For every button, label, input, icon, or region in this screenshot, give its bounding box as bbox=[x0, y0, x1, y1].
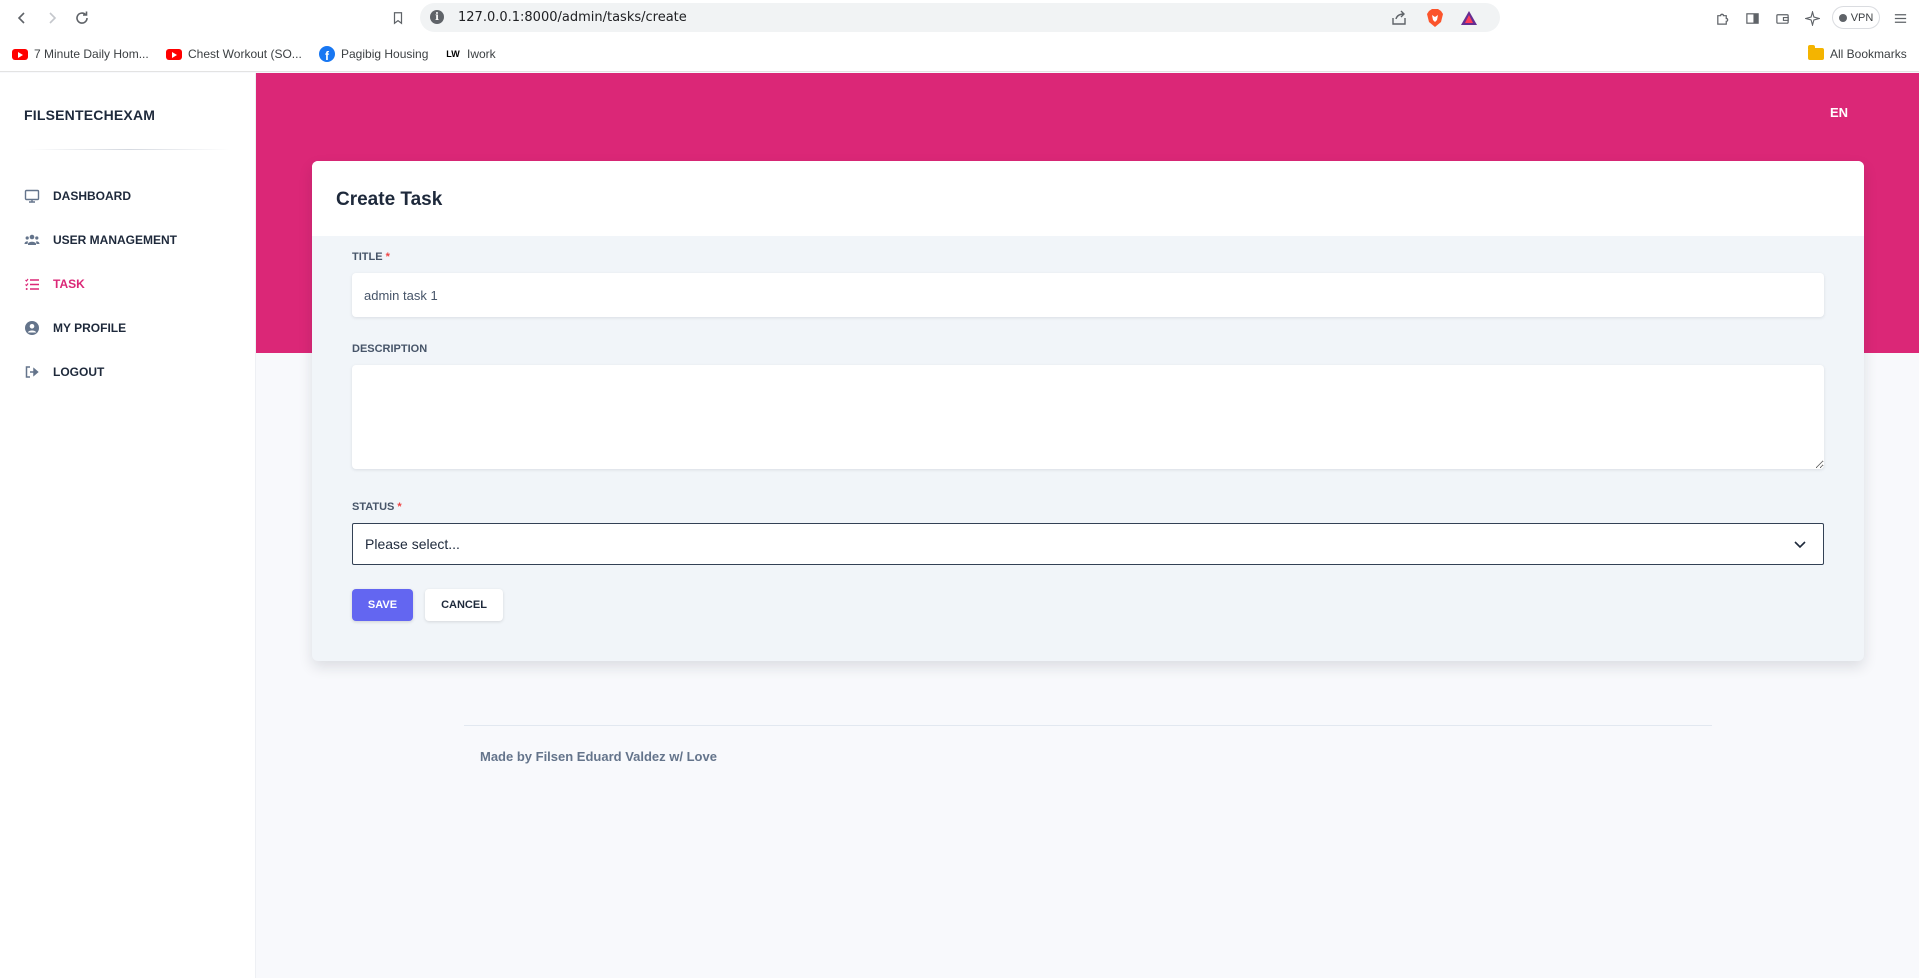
sidebar-toggle-button[interactable] bbox=[1740, 6, 1764, 30]
browser-menu-button[interactable] bbox=[1888, 6, 1912, 30]
sidebar-panel-icon bbox=[1745, 12, 1759, 24]
bookmark-icon bbox=[393, 12, 403, 25]
sparkle-icon bbox=[1804, 10, 1820, 26]
card-header: Create Task bbox=[312, 161, 1864, 236]
save-button[interactable]: SAVE bbox=[352, 589, 413, 621]
language-switcher[interactable]: EN bbox=[1830, 105, 1848, 120]
create-task-card: Create Task TITLE* DESCRIPTION STATUS* P… bbox=[312, 161, 1864, 661]
sidebar-divider bbox=[26, 149, 230, 150]
youtube-icon bbox=[166, 48, 182, 60]
title-label-text: TITLE bbox=[352, 251, 383, 263]
sidebar-item-label: USER MANAGEMENT bbox=[53, 233, 178, 247]
monitor-icon bbox=[24, 188, 40, 204]
leo-ai-button[interactable] bbox=[1800, 6, 1824, 30]
bookmark-label: Pagibig Housing bbox=[341, 47, 429, 61]
bookmark-label: Iwork bbox=[467, 47, 496, 61]
sidebar-item-label: TASK bbox=[53, 277, 85, 291]
users-icon bbox=[24, 232, 40, 248]
vpn-button[interactable]: VPN bbox=[1832, 6, 1880, 29]
brave-shields-icon[interactable] bbox=[1426, 8, 1444, 28]
wallet-button[interactable] bbox=[1770, 6, 1794, 30]
address-bar[interactable]: i 127.0.0.1:8000/admin/tasks/create bbox=[420, 3, 1500, 32]
title-label: TITLE * bbox=[352, 251, 390, 263]
reload-button[interactable] bbox=[70, 6, 94, 30]
lw-icon: LW bbox=[446, 49, 460, 59]
required-mark: * bbox=[397, 501, 402, 513]
sidebar-item-user-management[interactable]: USER MANAGEMENT bbox=[24, 230, 177, 250]
user-circle-icon bbox=[24, 320, 40, 336]
hamburger-menu-icon bbox=[1894, 13, 1906, 23]
required-mark: * bbox=[385, 251, 390, 263]
back-button[interactable] bbox=[10, 6, 34, 30]
description-textarea[interactable] bbox=[352, 365, 1824, 469]
status-select[interactable]: Please select... bbox=[352, 523, 1824, 565]
back-arrow-icon bbox=[17, 12, 25, 24]
bookmark-label: Chest Workout (SO... bbox=[188, 47, 302, 61]
sidebar-item-task[interactable]: TASK bbox=[24, 274, 85, 294]
sidebar-item-logout[interactable]: LOGOUT bbox=[24, 362, 104, 382]
page-title: Create Task bbox=[336, 189, 443, 210]
bookmark-page-button[interactable] bbox=[386, 6, 410, 30]
sidebar-item-label: DASHBOARD bbox=[53, 189, 131, 203]
sign-out-icon bbox=[24, 364, 40, 380]
bookmark-item[interactable]: f Pagibig Housing bbox=[319, 45, 428, 63]
vpn-status-icon bbox=[1838, 13, 1847, 22]
forward-button[interactable] bbox=[40, 6, 64, 30]
brand-logo[interactable]: FILSENTECHEXAM bbox=[24, 107, 155, 123]
extensions-button[interactable] bbox=[1710, 6, 1734, 30]
site-info-icon[interactable]: i bbox=[430, 10, 444, 24]
sidebar: FILSENTECHEXAM DASHBOARD USER MANAGEMENT… bbox=[0, 73, 256, 978]
brave-rewards-icon[interactable] bbox=[1460, 9, 1478, 27]
status-label-text: STATUS bbox=[352, 501, 395, 513]
sidebar-item-my-profile[interactable]: MY PROFILE bbox=[24, 318, 126, 338]
puzzle-icon bbox=[1716, 13, 1728, 25]
chevron-down-icon bbox=[1794, 541, 1806, 549]
share-icon[interactable] bbox=[1390, 9, 1408, 27]
list-icon bbox=[24, 276, 40, 292]
forward-arrow-icon bbox=[49, 12, 57, 24]
facebook-icon: f bbox=[319, 46, 335, 62]
vpn-label: VPN bbox=[1850, 11, 1874, 24]
all-bookmarks-button[interactable]: All Bookmarks bbox=[1808, 45, 1907, 63]
all-bookmarks-label: All Bookmarks bbox=[1830, 47, 1907, 61]
reload-icon bbox=[76, 11, 88, 24]
sidebar-item-label: LOGOUT bbox=[53, 365, 105, 379]
cancel-button[interactable]: CANCEL bbox=[425, 589, 503, 621]
bookmark-item[interactable]: LW Iwork bbox=[445, 45, 496, 63]
browser-toolbar: i 127.0.0.1:8000/admin/tasks/create VPN bbox=[0, 0, 1919, 36]
status-label: STATUS * bbox=[352, 501, 402, 513]
bookmark-label: 7 Minute Daily Hom... bbox=[34, 47, 149, 61]
footer-divider bbox=[464, 725, 1712, 726]
description-label: DESCRIPTION bbox=[352, 343, 428, 355]
footer-credit: Made by Filsen Eduard Valdez w/ Love bbox=[480, 749, 717, 764]
bookmarks-bar: 7 Minute Daily Hom... Chest Workout (SO.… bbox=[0, 36, 1919, 72]
bookmark-item[interactable]: 7 Minute Daily Hom... bbox=[12, 45, 149, 63]
sidebar-item-label: MY PROFILE bbox=[53, 321, 127, 335]
bookmark-item[interactable]: Chest Workout (SO... bbox=[166, 45, 302, 63]
status-select-value: Please select... bbox=[365, 536, 460, 552]
wallet-icon bbox=[1775, 13, 1789, 24]
folder-icon bbox=[1808, 45, 1824, 60]
youtube-icon bbox=[12, 48, 28, 60]
title-input[interactable] bbox=[352, 273, 1824, 317]
sidebar-item-dashboard[interactable]: DASHBOARD bbox=[24, 186, 131, 206]
url-text[interactable]: 127.0.0.1:8000/admin/tasks/create bbox=[458, 10, 687, 25]
